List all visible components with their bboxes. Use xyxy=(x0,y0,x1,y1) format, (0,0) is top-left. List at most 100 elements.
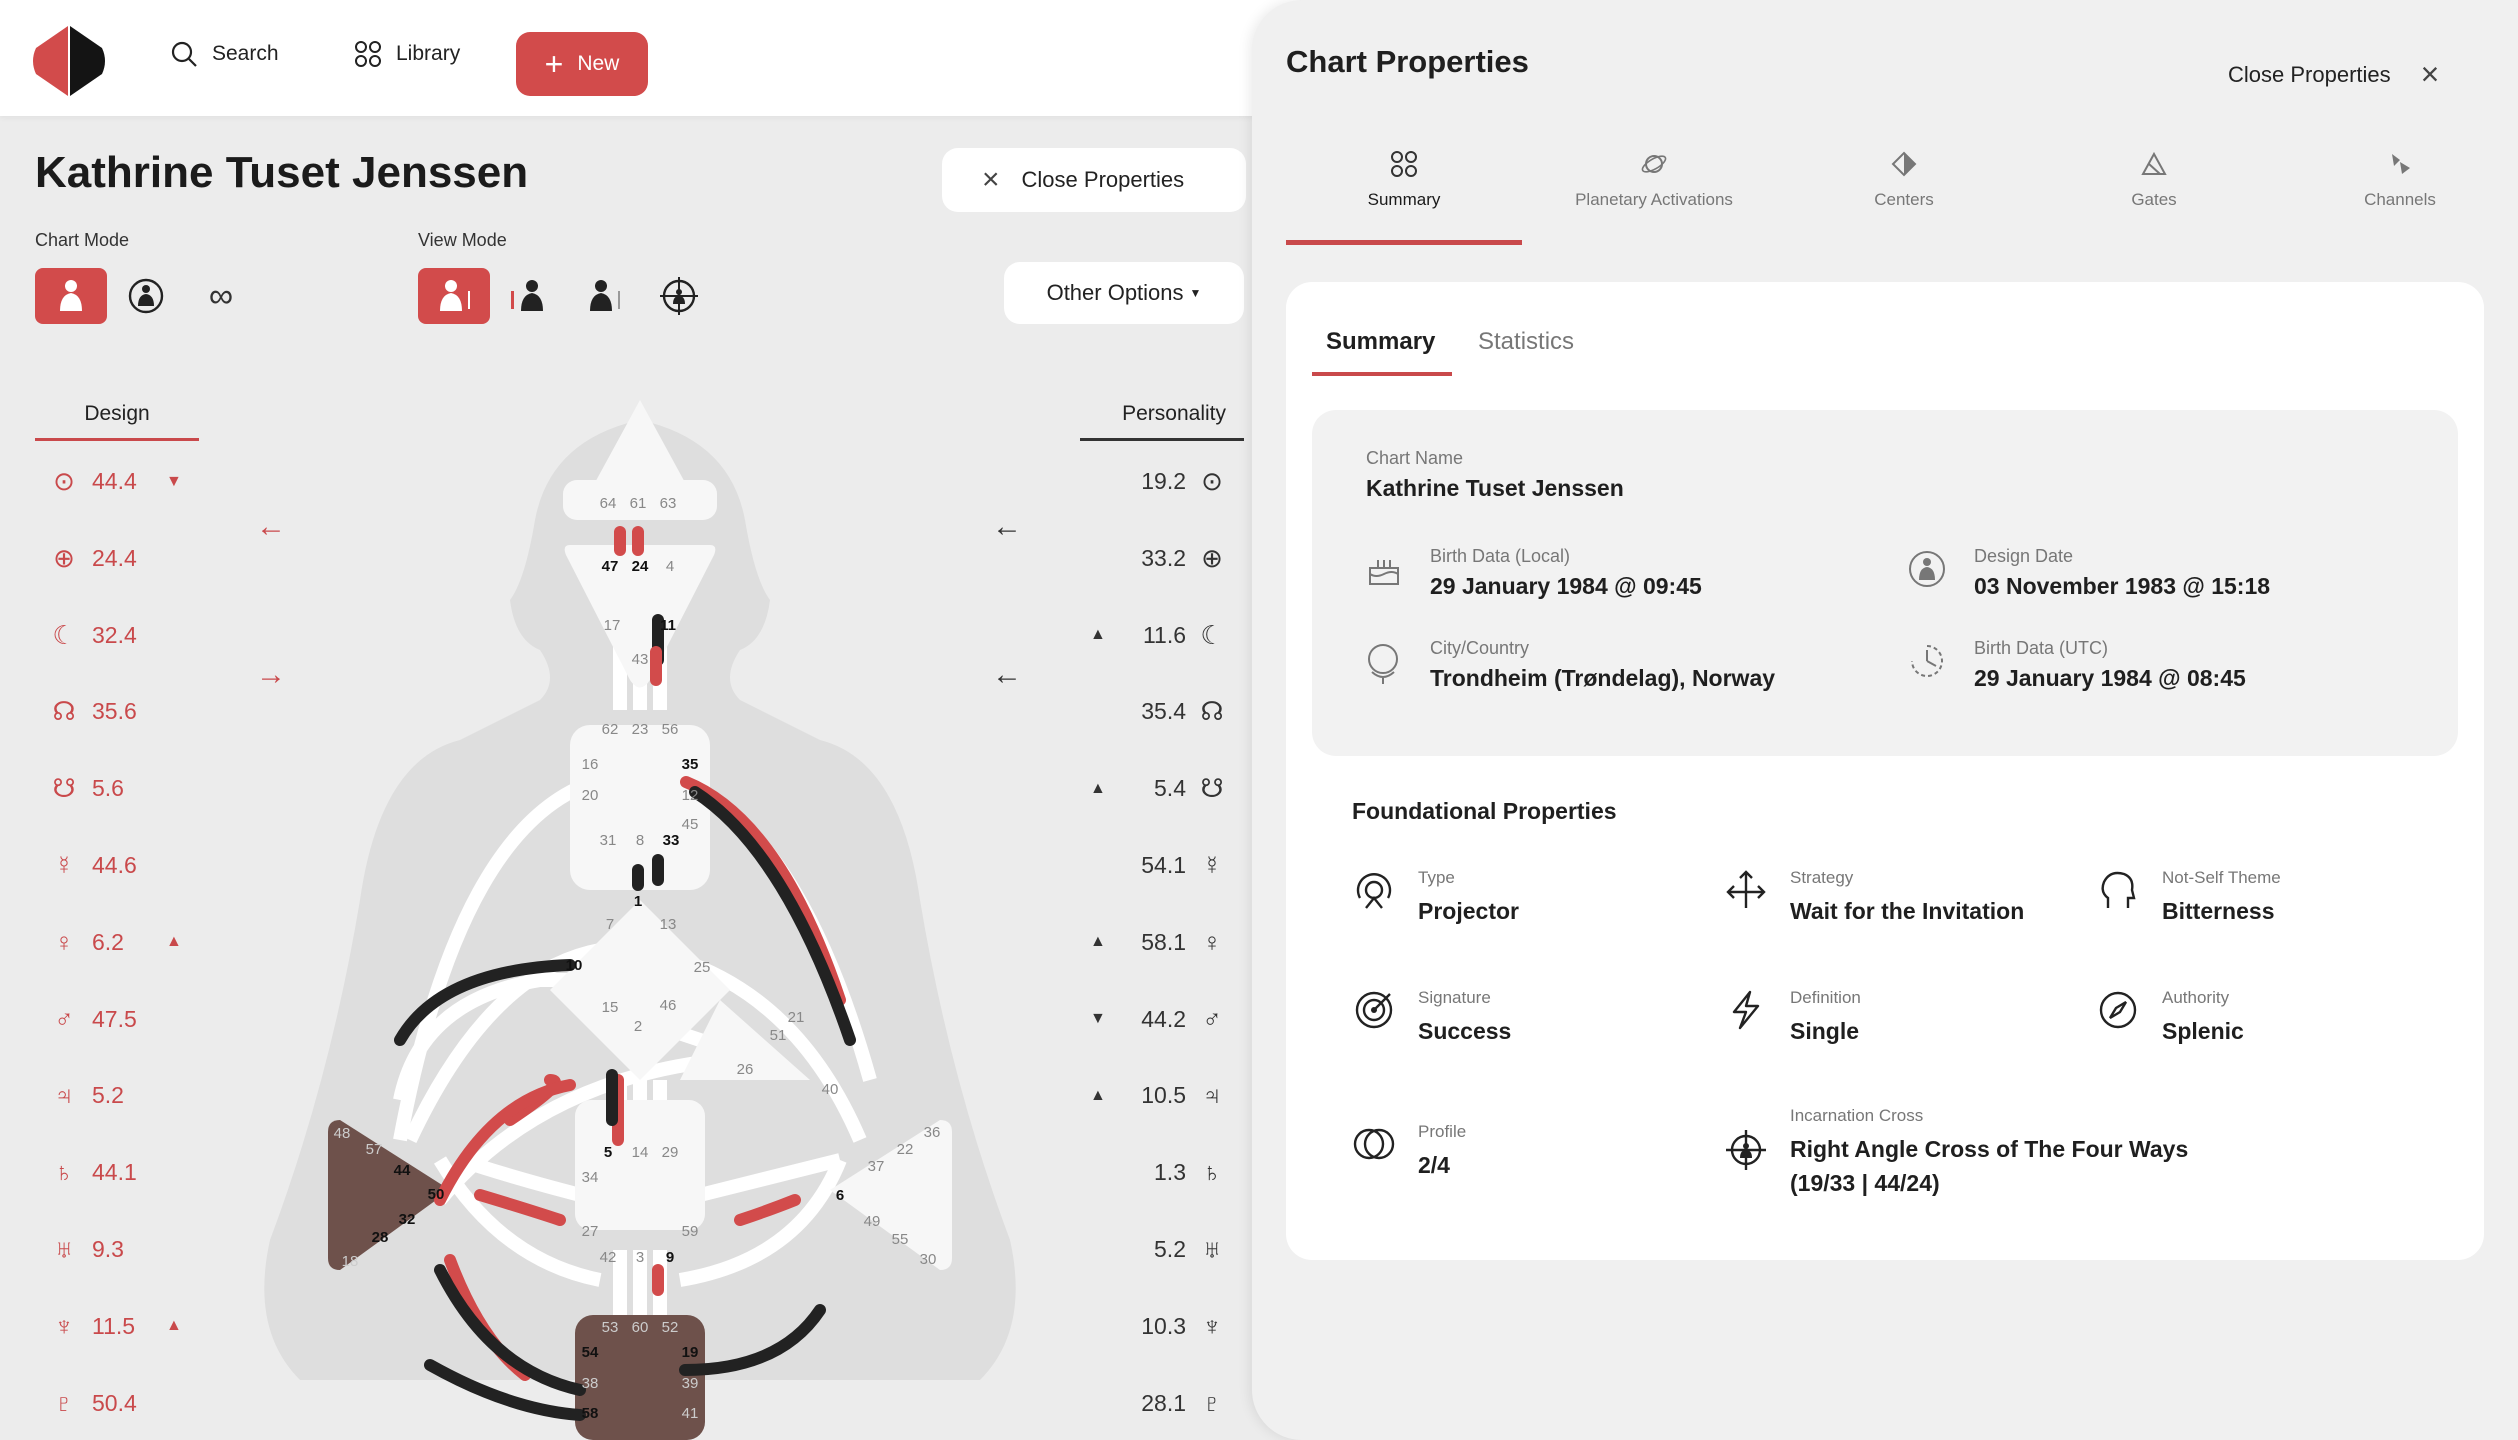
gate-27: 27 xyxy=(582,1223,599,1240)
strategy-property: Strategy Wait for the Invitation xyxy=(1724,868,2024,928)
personality-activation-row[interactable]: 54.1 ☿ xyxy=(1090,850,1226,881)
gate-42: 42 xyxy=(600,1249,617,1266)
gate-24: 24 xyxy=(632,558,649,575)
design-gate-value: 35.6 xyxy=(92,698,137,725)
not-self-theme-property: Not-Self Theme Bitterness xyxy=(2096,868,2281,928)
personality-activation-row[interactable]: 33.2 ⊕ xyxy=(1090,543,1226,574)
personality-activation-row[interactable]: 1.3 ♄ xyxy=(1090,1157,1226,1188)
personality-activation-row[interactable]: ▲ 58.1 ♀ xyxy=(1090,927,1226,958)
personality-gate-value: 11.6 xyxy=(1142,621,1186,648)
planet-icon: ♄ xyxy=(1202,1157,1222,1188)
signature-label: Signature xyxy=(1418,988,1491,1007)
library-nav[interactable]: Library xyxy=(354,40,460,68)
design-activation-row[interactable]: ♀ 6.2 ▲ xyxy=(50,927,182,958)
view-mode-single-button[interactable] xyxy=(418,268,490,324)
design-activation-row[interactable]: ♂ 47.5 xyxy=(50,1004,166,1035)
city-value: Trondheim (Trøndelag), Norway xyxy=(1430,665,1776,691)
projector-icon xyxy=(1356,873,1392,909)
app-logo[interactable] xyxy=(30,24,108,98)
bodygraph: 64 61 63 47 24 4 17 11 43 62 23 56 16 35… xyxy=(264,400,1016,1440)
gate-51: 51 xyxy=(770,1027,787,1044)
clock-utc-icon xyxy=(1911,645,1943,677)
search-nav[interactable]: Search xyxy=(170,40,279,68)
gate-36: 36 xyxy=(924,1124,941,1141)
design-activation-row[interactable]: ♄ 44.1 xyxy=(50,1157,166,1188)
design-gate-value: 44.6 xyxy=(92,852,137,878)
gate-50: 50 xyxy=(428,1186,445,1203)
strategy-label: Strategy xyxy=(1790,868,1854,887)
design-activation-row[interactable]: ♆ 11.5 ▲ xyxy=(50,1311,182,1342)
design-activation-row[interactable]: ♇ 50.4 xyxy=(50,1388,166,1419)
close-properties-button[interactable]: × Close Properties xyxy=(942,148,1246,212)
panel-close-label: Close Properties xyxy=(2228,61,2391,87)
planet-icon: ♃ xyxy=(54,1080,74,1111)
personality-gate-value: 35.4 xyxy=(1141,698,1186,725)
design-activation-row[interactable]: ☊ 35.6 xyxy=(50,696,166,727)
gate-12: 12 xyxy=(682,787,699,804)
design-gate-value: 5.6 xyxy=(92,775,124,802)
tab-channels[interactable]: Channels xyxy=(2282,150,2518,210)
gate-7: 7 xyxy=(606,916,614,933)
signature-value: Success xyxy=(1418,1018,1512,1044)
chart-mode-personality-button[interactable] xyxy=(35,268,107,324)
personality-activation-row[interactable]: ▲ 10.5 ♃ xyxy=(1090,1080,1226,1111)
personality-activation-row[interactable]: 28.1 ♇ xyxy=(1090,1388,1226,1419)
birth-local-field: Birth Data (Local) 29 January 1984 @ 09:… xyxy=(1430,546,1702,600)
design-activation-row[interactable]: ♃ 5.2 xyxy=(50,1080,166,1111)
personality-activation-row[interactable]: ▲ 5.4 ☋ xyxy=(1090,773,1226,804)
gate-40: 40 xyxy=(822,1081,839,1098)
gate-48: 48 xyxy=(334,1125,351,1142)
gate-41: 41 xyxy=(682,1405,699,1422)
retrograde-mark: ▲ xyxy=(166,933,182,951)
planet-icon: ☿ xyxy=(1202,850,1222,880)
other-options-dropdown[interactable]: Other Options ▼ xyxy=(1004,262,1244,324)
design-activation-row[interactable]: ☋ 5.6 xyxy=(50,773,166,804)
gate-34: 34 xyxy=(582,1169,599,1186)
infinity-icon: ∞ xyxy=(208,276,234,315)
personality-activation-row[interactable]: 10.3 ♆ xyxy=(1090,1311,1226,1342)
type-property: Type Projector xyxy=(1352,868,1519,928)
chart-name-value: Kathrine Tuset Jenssen xyxy=(1366,475,1624,501)
gate-14: 14 xyxy=(632,1144,649,1161)
gate-29: 29 xyxy=(662,1144,679,1161)
planet-icon: ☿ xyxy=(54,850,74,880)
personality-activation-row[interactable]: ▼ 44.2 ♂ xyxy=(1090,1004,1226,1035)
planet-icon: ⊕ xyxy=(1201,542,1223,573)
view-mode-split-button[interactable] xyxy=(493,268,565,324)
design-activation-row[interactable]: ♅ 9.3 xyxy=(50,1234,166,1265)
design-date-value: 03 November 1983 @ 15:18 xyxy=(1974,573,2271,599)
personality-activation-row[interactable]: ▲ 11.6 ☾ xyxy=(1090,620,1226,651)
chart-mode-infinity-button[interactable]: ∞ xyxy=(185,268,257,324)
gate-46: 46 xyxy=(660,997,677,1014)
type-value: Projector xyxy=(1418,898,1519,924)
design-activation-row[interactable]: ☾ 32.4 xyxy=(50,620,166,651)
gate-6: 6 xyxy=(836,1187,844,1204)
personality-activation-row[interactable]: 19.2 ⊙ xyxy=(1090,466,1226,497)
tab-summary[interactable]: Summary xyxy=(1286,150,1522,210)
tab-centers[interactable]: Centers xyxy=(1786,150,2022,210)
chart-mode-design-button[interactable] xyxy=(110,268,182,324)
design-activation-row[interactable]: ☿ 44.6 xyxy=(50,850,166,881)
search-label: Search xyxy=(212,42,279,65)
personality-activation-row[interactable]: 5.2 ♅ xyxy=(1090,1234,1226,1265)
gate-16: 16 xyxy=(582,756,599,773)
gate-20: 20 xyxy=(582,787,599,804)
view-mode-design-button[interactable] xyxy=(568,268,640,324)
planet-icon: ☋ xyxy=(1200,773,1224,804)
gate-13: 13 xyxy=(660,916,677,933)
tab-planetary-activations[interactable]: Planetary Activations xyxy=(1536,150,1772,210)
design-gate-value: 47.5 xyxy=(92,1005,137,1032)
subtab-statistics[interactable]: Statistics xyxy=(1478,328,1574,356)
bodygraph-split-icon xyxy=(511,280,543,311)
personality-activation-row[interactable]: 35.4 ☊ xyxy=(1090,696,1226,727)
panel-close-button[interactable]: Close Properties × xyxy=(2228,56,2439,93)
tab-gates[interactable]: Gates xyxy=(2036,150,2272,210)
subtab-summary[interactable]: Summary xyxy=(1326,328,1435,356)
design-activation-row[interactable]: ⊕ 24.4 xyxy=(50,543,166,574)
new-button[interactable]: + New xyxy=(516,32,648,96)
planet-icon: ♀ xyxy=(1202,926,1222,957)
retrograde-mark: ▲ xyxy=(1090,626,1106,644)
view-mode-wheel-button[interactable] xyxy=(643,268,715,324)
design-activation-row[interactable]: ⊙ 44.4 ▼ xyxy=(50,466,182,497)
retrograde-mark: ▲ xyxy=(166,1317,182,1335)
